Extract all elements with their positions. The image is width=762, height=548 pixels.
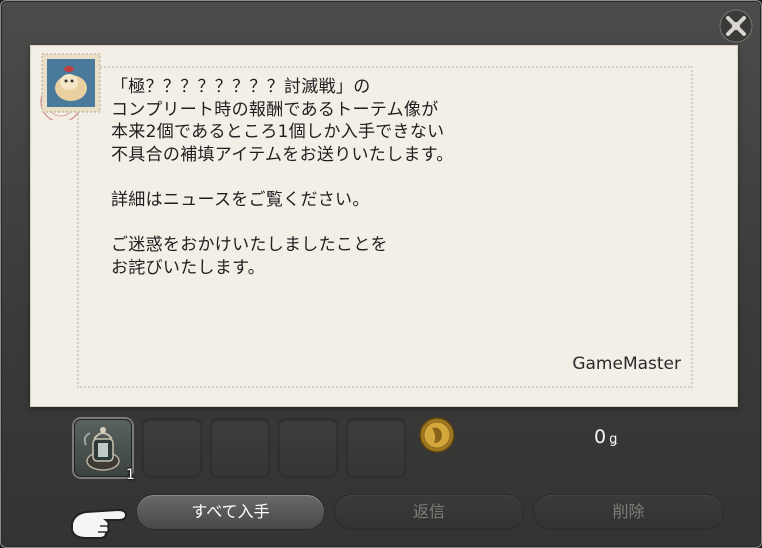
message-line: お詫びいたします。: [111, 257, 265, 278]
receive-all-button[interactable]: すべて入手: [137, 495, 324, 529]
gil-symbol: ǥ: [609, 432, 618, 447]
attachment-slot[interactable]: [347, 419, 405, 477]
attachment-slot[interactable]: [74, 419, 132, 477]
lantern-totem-item-icon: [83, 427, 120, 471]
message-line: ご迷惑をおかけいたしましたことを: [111, 235, 388, 256]
gil-coin-icon: [419, 417, 455, 453]
close-icon[interactable]: [718, 8, 754, 44]
message-line: 「極？？？？？？？？討滅戦」の: [111, 77, 371, 97]
letter-paper: 「極？？？？？？？？討滅戦」の コンプリート時の報酬であるトーテム像が 本来2個…: [31, 46, 737, 406]
delete-button[interactable]: 削除: [534, 495, 723, 529]
message-line: コンプリート時の報酬であるトーテム像が: [111, 99, 439, 120]
letter-window: 「極？？？？？？？？討滅戦」の コンプリート時の報酬であるトーテム像が 本来2個…: [0, 0, 762, 548]
message-line: 詳細はニュースをご覧ください。: [111, 189, 370, 210]
pointing-hand-cursor-icon: [71, 508, 128, 539]
letter-signature: GameMaster: [572, 354, 681, 374]
postage-stamp-icon: [40, 53, 101, 120]
gil-amount: 0ǥ: [594, 426, 617, 448]
message-line: 不具合の補填アイテムをお送りいたします。: [111, 144, 454, 165]
attachment-slot[interactable]: [279, 419, 337, 477]
letter-message: 「極？？？？？？？？討滅戦」の コンプリート時の報酬であるトーテム像が 本来2個…: [111, 76, 671, 279]
gil-value: 0: [594, 426, 607, 448]
attachment-slot[interactable]: [143, 419, 201, 477]
message-line: [111, 166, 671, 189]
message-line: 本来2個であるところ1個しか入手できない: [111, 122, 445, 143]
attachment-slot[interactable]: [211, 419, 269, 477]
item-quantity: 1: [126, 467, 135, 483]
reply-button[interactable]: 返信: [335, 495, 523, 529]
message-line: [111, 212, 671, 235]
